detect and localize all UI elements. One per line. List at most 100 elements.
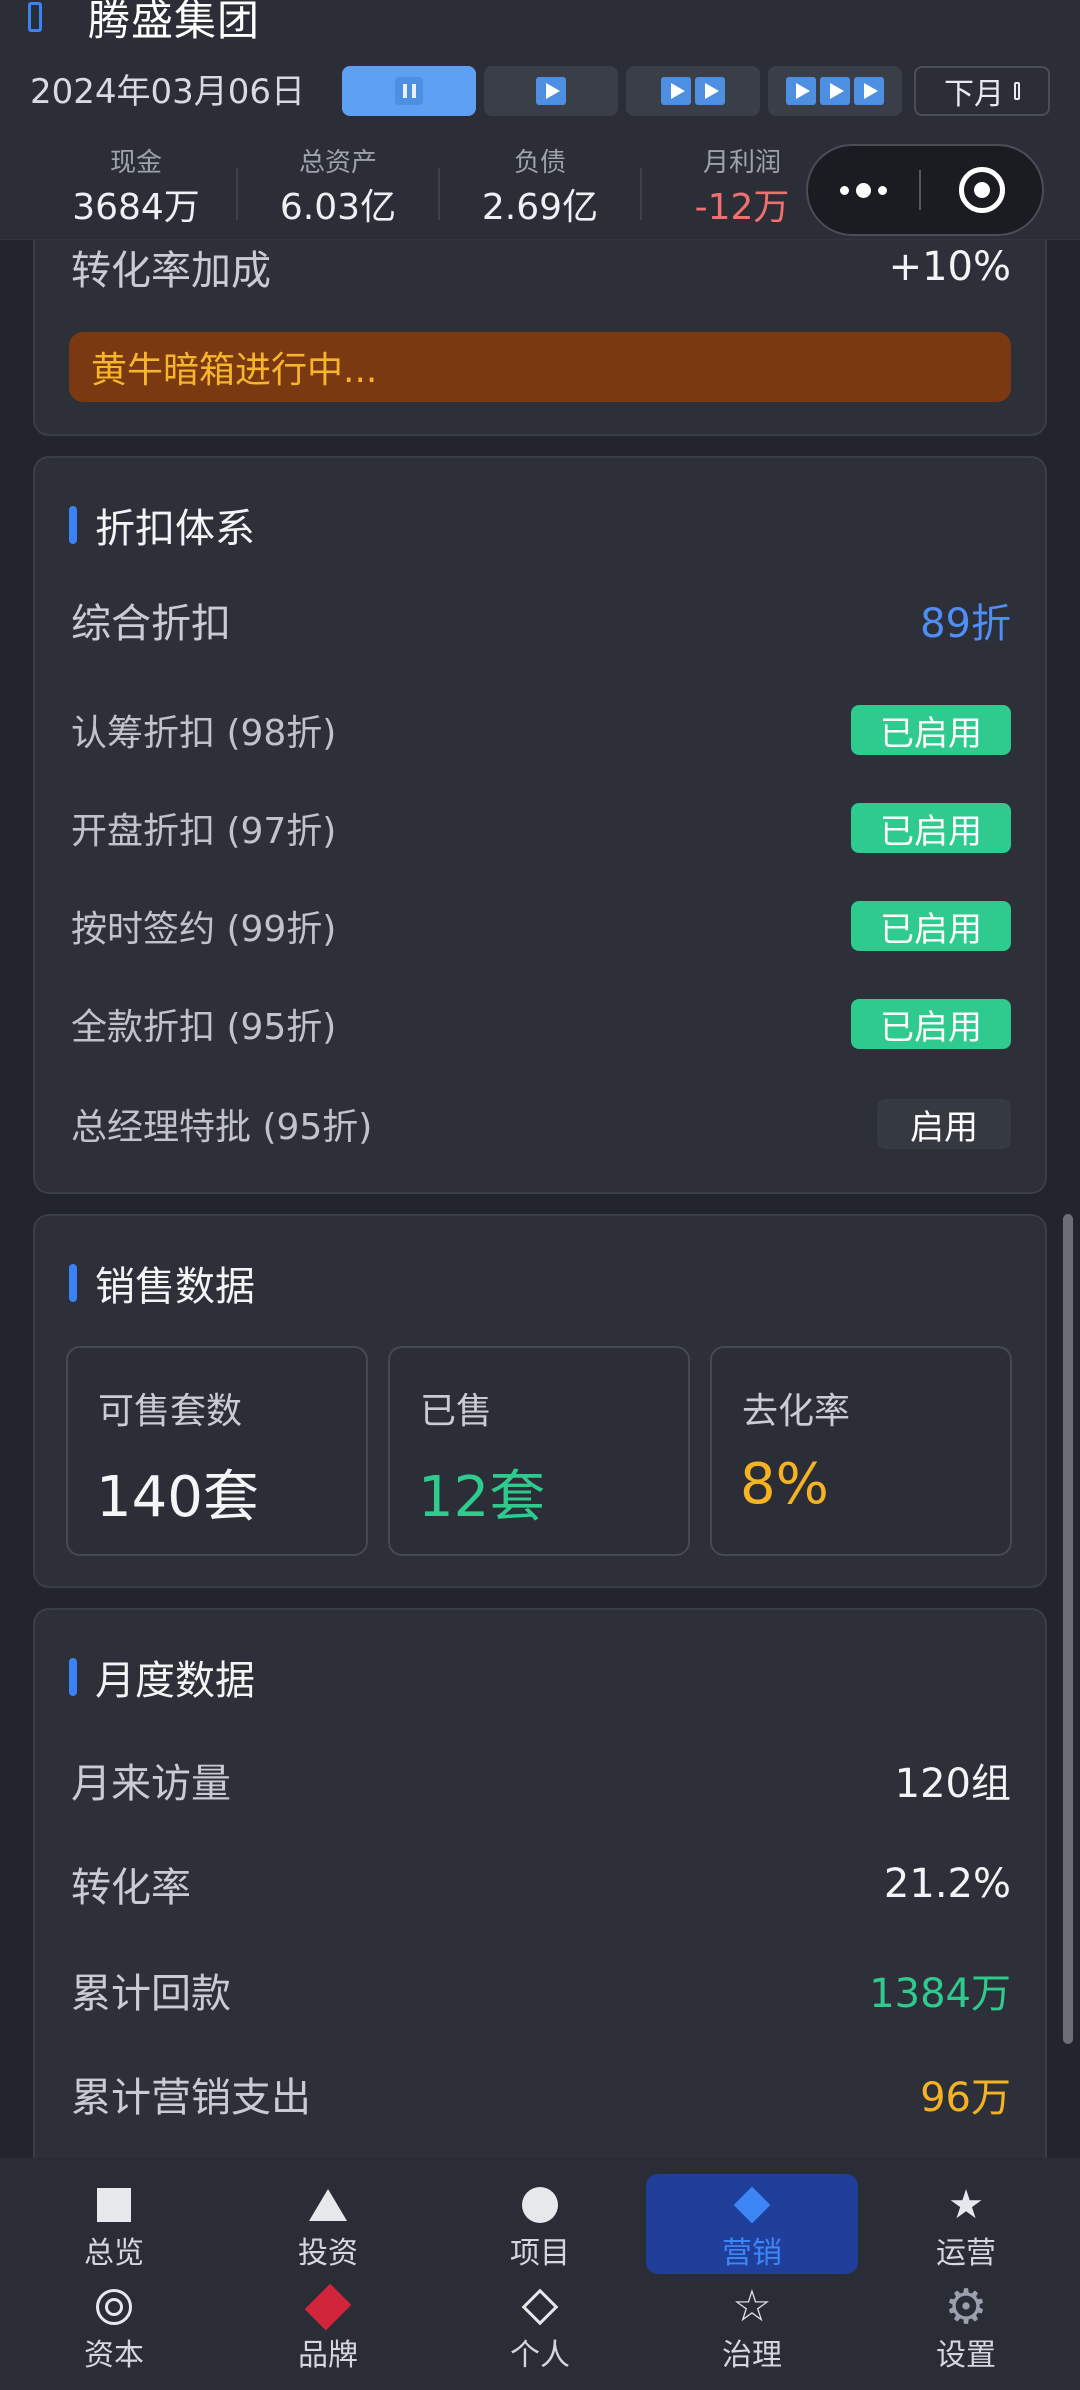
miniprogram-capsule [806, 144, 1044, 236]
conversion-bonus-value: +10% [888, 244, 1011, 290]
nav-label: 品牌 [298, 2338, 358, 2373]
stat-label: 现金 [109, 148, 162, 178]
stat-total-assets: 总资产 6.03亿 [238, 146, 438, 234]
nav-tab-operations[interactable]: ★ 运营 [860, 2176, 1072, 2280]
overall-discount-label: 综合折扣 [71, 601, 231, 647]
monthly-value: 120组 [894, 1761, 1011, 1807]
stat-cash: 现金 3684万 [36, 146, 236, 234]
box-label: 去化率 [742, 1391, 851, 1432]
diamond-icon [733, 2186, 771, 2224]
stat-label: 总资产 [298, 148, 377, 178]
star-icon: ★ [948, 2182, 984, 2228]
pause-button[interactable] [342, 66, 476, 116]
sellthrough-rate-box: 去化率 8% [710, 1346, 1012, 1556]
enabled-badge[interactable]: 已启用 [851, 803, 1011, 853]
red-diamond-icon [304, 2283, 352, 2331]
monthly-value: 96万 [920, 2075, 1011, 2121]
discount-card: 折扣体系 综合折扣 89折 认筹折扣 (98折) 已启用 开盘折扣 (97折) … [33, 456, 1047, 1194]
monthly-row: 累计营销支出 96万 [71, 2068, 1011, 2121]
time-controls: 2024年03月06日 下月 [30, 66, 1050, 118]
title-row: 腾盛集团 [28, 0, 260, 45]
discount-row: 开盘折扣 (97折) 已启用 [71, 802, 1011, 854]
accent-bar [69, 1658, 77, 1696]
more-icon[interactable] [808, 182, 919, 198]
accent-bar [69, 506, 77, 544]
nav-label: 运营 [936, 2236, 996, 2271]
nav-label: 治理 [722, 2338, 782, 2373]
nav-tab-brand[interactable]: 品牌 [222, 2278, 434, 2382]
nav-tab-marketing[interactable]: 营销 [646, 2176, 858, 2280]
scrollbar[interactable] [1063, 1214, 1073, 2044]
nav-tab-personal[interactable]: 个人 [434, 2278, 646, 2382]
stat-value: 3684万 [72, 187, 200, 228]
discount-row: 全款折扣 (95折) 已启用 [71, 998, 1011, 1050]
discount-label: 总经理特批 (95折) [71, 1107, 373, 1148]
nav-label: 个人 [510, 2338, 570, 2373]
speed-2x-button[interactable] [626, 66, 760, 116]
nav-label: 投资 [298, 2236, 358, 2271]
box-label: 可售套数 [98, 1391, 243, 1432]
next-month-button[interactable]: 下月 [914, 66, 1050, 116]
stat-value: 2.69亿 [481, 187, 599, 228]
stat-label: 负债 [513, 148, 566, 178]
box-value: 12套 [418, 1465, 546, 1530]
discount-row: 按时签约 (99折) 已启用 [71, 900, 1011, 952]
enabled-badge[interactable]: 已启用 [851, 705, 1011, 755]
play-icon [661, 77, 691, 105]
box-value: 140套 [96, 1465, 259, 1530]
nav-tab-investment[interactable]: 投资 [222, 2176, 434, 2280]
monthly-label: 转化率 [71, 1865, 191, 1911]
monthly-value: 1384万 [869, 1971, 1011, 2017]
speed-3x-button[interactable] [768, 66, 902, 116]
monthly-label: 累计营销支出 [71, 2075, 311, 2121]
enabled-badge[interactable]: 已启用 [851, 999, 1011, 1049]
nav-tab-capital[interactable]: 资本 [8, 2278, 220, 2382]
overall-discount-row: 综合折扣 89折 [71, 594, 1011, 647]
nav-label: 设置 [936, 2338, 996, 2373]
close-miniprogram-icon[interactable] [921, 167, 1042, 213]
enable-button[interactable]: 启用 [877, 1099, 1011, 1149]
nav-tab-governance[interactable]: ☆ 治理 [646, 2278, 858, 2382]
box-label: 已售 [420, 1391, 493, 1432]
card-header: 月度数据 [69, 1652, 255, 1704]
bullseye-icon [96, 2289, 132, 2325]
gear-icon: ⚙ [944, 2279, 988, 2335]
card-header: 折扣体系 [69, 500, 255, 552]
pause-icon [395, 77, 423, 105]
bottom-nav: 总览 投资 项目 营销 ★ 运营 资本 品牌 个人 ☆ 治理 ⚙ 设置 [0, 2158, 1080, 2390]
company-name: 腾盛集团 [88, 0, 261, 45]
scalper-status-banner: 黄牛暗箱进行中... [69, 332, 1011, 402]
accent-bar [69, 1264, 77, 1302]
stat-value: 6.03亿 [279, 187, 397, 228]
discount-label: 开盘折扣 (97折) [71, 811, 337, 852]
card-header: 销售数据 [69, 1258, 255, 1310]
outline-diamond-icon [521, 2288, 559, 2326]
nav-label: 项目 [510, 2236, 570, 2271]
discount-row: 认筹折扣 (98折) 已启用 [71, 704, 1011, 756]
card-title: 月度数据 [95, 1658, 255, 1704]
card-title: 折扣体系 [95, 506, 255, 552]
discount-label: 按时签约 (99折) [71, 909, 337, 950]
nav-tab-projects[interactable]: 项目 [434, 2176, 646, 2280]
nav-label: 营销 [722, 2236, 782, 2271]
conversion-bonus-row: 转化率加成 +10% [71, 242, 1011, 294]
nav-label: 总览 [84, 2236, 144, 2271]
overall-discount-value: 89折 [920, 601, 1011, 647]
nav-tab-settings[interactable]: ⚙ 设置 [860, 2278, 1072, 2382]
speed-1x-button[interactable] [484, 66, 618, 116]
sold-units-box: 已售 12套 [388, 1346, 690, 1556]
monthly-row: 月来访量 120组 [71, 1754, 1011, 1807]
play-icon [786, 77, 816, 105]
play-icon [536, 77, 566, 105]
discount-row: 总经理特批 (95折) 启用 [71, 1098, 1011, 1150]
enabled-badge[interactable]: 已启用 [851, 901, 1011, 951]
nav-tab-overview[interactable]: 总览 [8, 2176, 220, 2280]
menu-icon[interactable] [28, 2, 42, 32]
chevron-right-icon [1014, 82, 1020, 100]
square-icon [97, 2188, 131, 2222]
monthly-card: 月度数据 月来访量 120组 转化率 21.2% 累计回款 1384万 累计营销… [33, 1608, 1047, 2208]
monthly-label: 累计回款 [71, 1971, 231, 2017]
play-icon [854, 77, 884, 105]
circle-icon [522, 2187, 558, 2223]
nav-label: 资本 [84, 2338, 144, 2373]
